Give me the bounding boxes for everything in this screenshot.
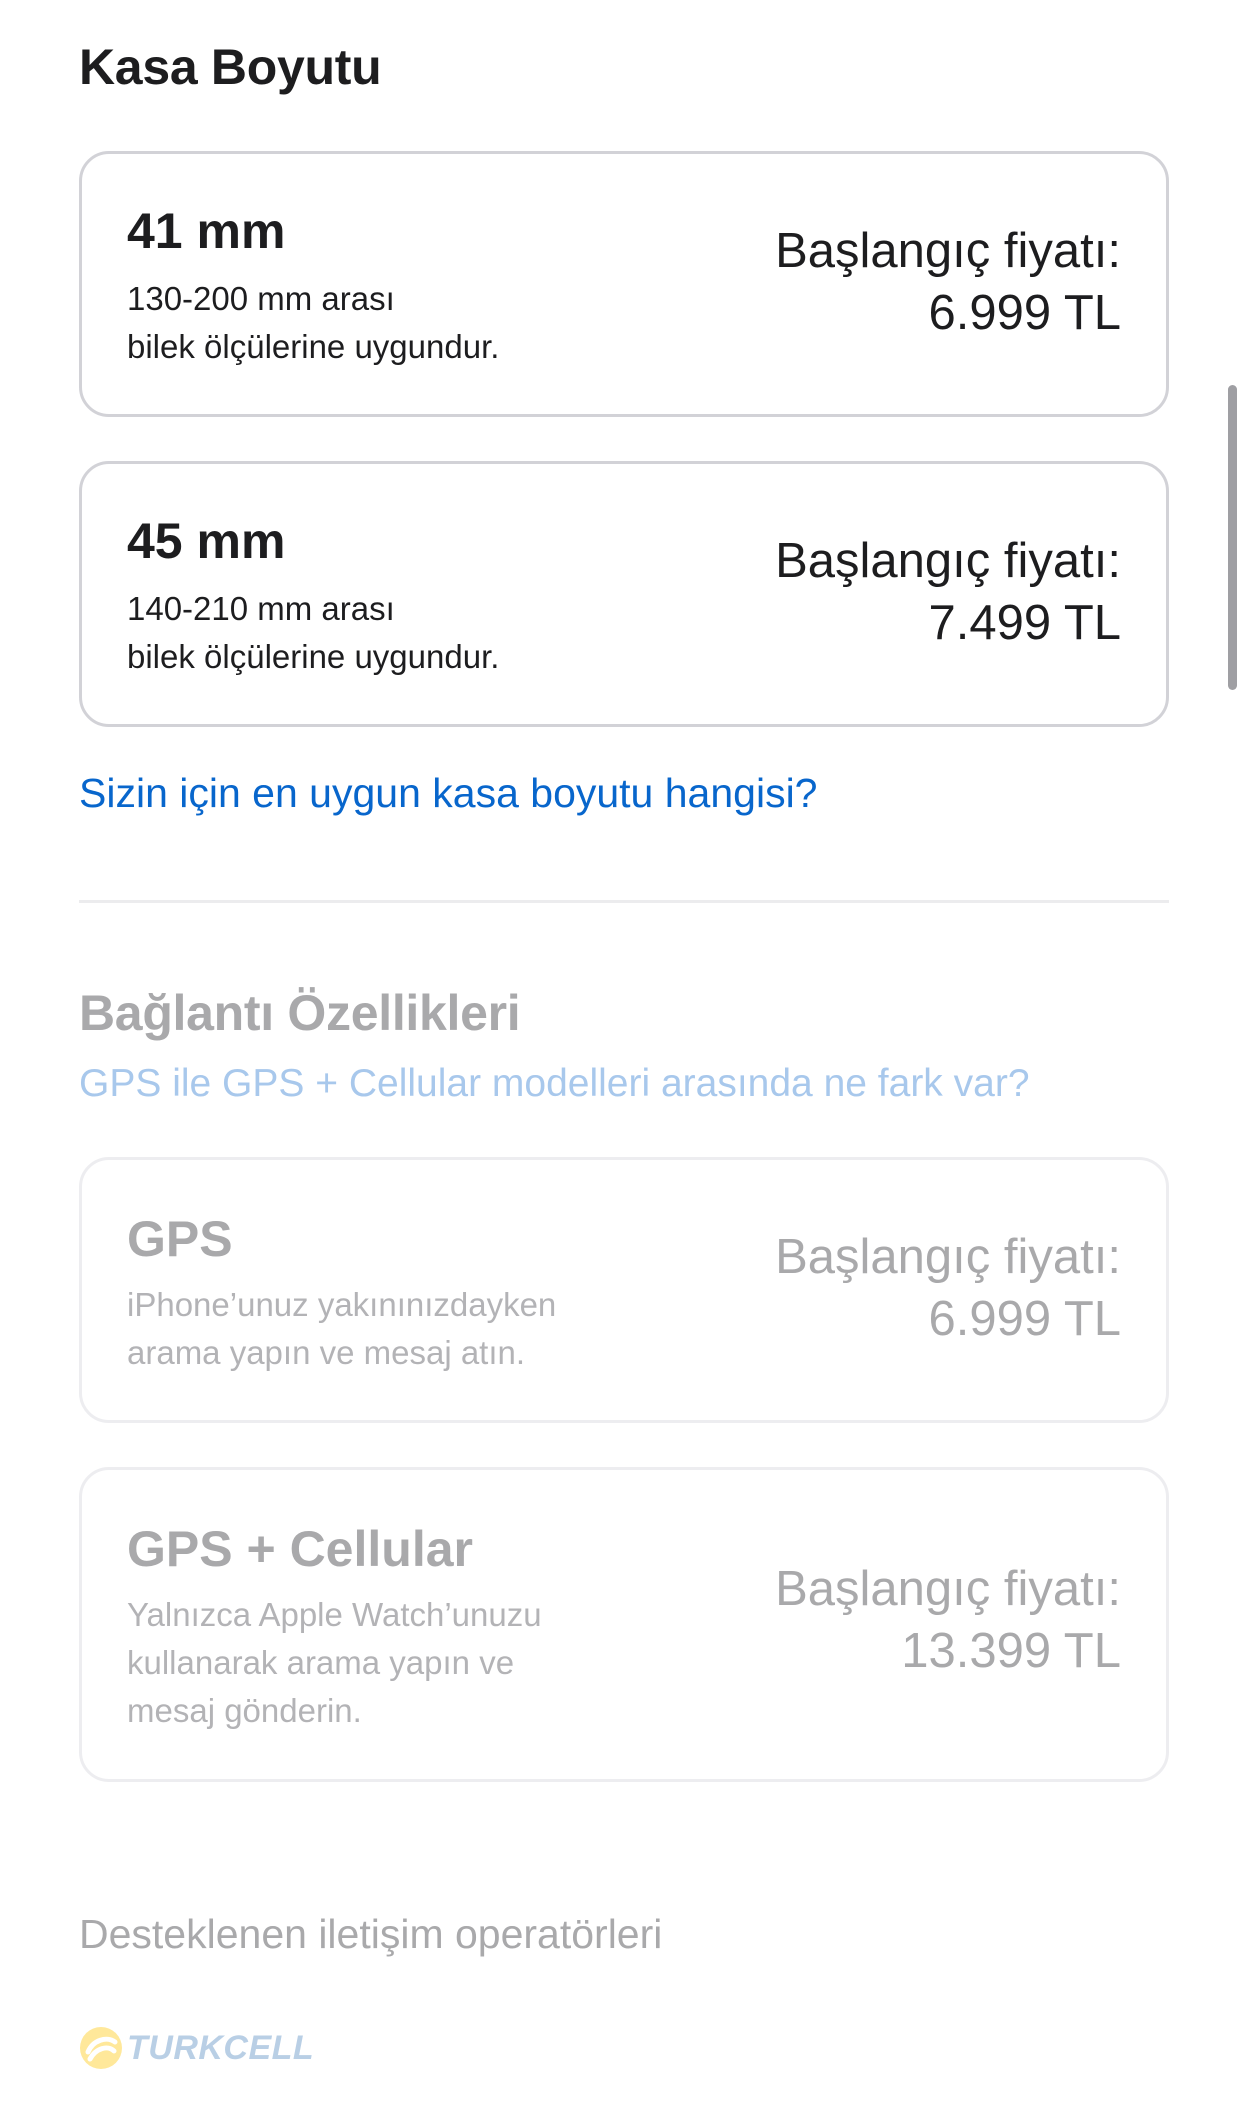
case-size-title: Kasa Boyutu (79, 39, 382, 95)
connectivity-title: Bağlantı Özellikleri (79, 985, 521, 1041)
option-price-label: Başlangıç fiyatı: (775, 1562, 1121, 1616)
scrollbar[interactable] (1228, 385, 1237, 690)
option-description-line2: arama yapın ve mesaj atın. (127, 1334, 526, 1371)
case-size-option-45mm[interactable]: 45 mm 140-210 mm arası bilek ölçülerine … (79, 461, 1169, 727)
option-price: 13.399 TL (901, 1624, 1121, 1678)
option-name: 45 mm (127, 513, 286, 569)
turkcell-logo: TURKCELL (79, 2023, 314, 2073)
option-price: 6.999 TL (928, 286, 1121, 340)
option-description-line1: Yalnızca Apple Watch’unuzu (127, 1596, 542, 1633)
connectivity-help-link[interactable]: GPS ile GPS + Cellular modelleri arasınd… (79, 1062, 1030, 1106)
section-divider (79, 900, 1169, 903)
option-price-label: Başlangıç fiyatı: (775, 224, 1121, 278)
connectivity-option-gps-cellular[interactable]: GPS + Cellular Yalnızca Apple Watch’unuz… (79, 1467, 1169, 1782)
option-description-line3: mesaj gönderin. (127, 1692, 362, 1729)
turkcell-logo-icon (80, 2027, 122, 2069)
turkcell-logo-text: TURKCELL (127, 2028, 315, 2067)
option-description-line2: bilek ölçülerine uygundur. (127, 328, 500, 365)
case-size-option-41mm[interactable]: 41 mm 130-200 mm arası bilek ölçülerine … (79, 151, 1169, 417)
option-price: 6.999 TL (928, 1292, 1121, 1346)
option-description-line1: 130-200 mm arası (127, 280, 395, 317)
option-description-line1: iPhone’unuz yakınınızdayken (127, 1286, 557, 1323)
option-price-label: Başlangıç fiyatı: (775, 1230, 1121, 1284)
option-price: 7.499 TL (928, 596, 1121, 650)
option-name: GPS (127, 1211, 233, 1267)
connectivity-option-gps[interactable]: GPS iPhone’unuz yakınınızdayken arama ya… (79, 1157, 1169, 1423)
option-description-line1: 140-210 mm arası (127, 590, 395, 627)
option-description-line2: kullanarak arama yapın ve (127, 1644, 515, 1681)
option-name: 41 mm (127, 203, 286, 259)
option-price-label: Başlangıç fiyatı: (775, 534, 1121, 588)
option-name: GPS + Cellular (127, 1521, 473, 1577)
option-description-line2: bilek ölçülerine uygundur. (127, 638, 500, 675)
case-size-help-link[interactable]: Sizin için en uygun kasa boyutu hangisi? (79, 770, 817, 817)
supported-carriers-label: Desteklenen iletişim operatörleri (79, 1911, 663, 1957)
